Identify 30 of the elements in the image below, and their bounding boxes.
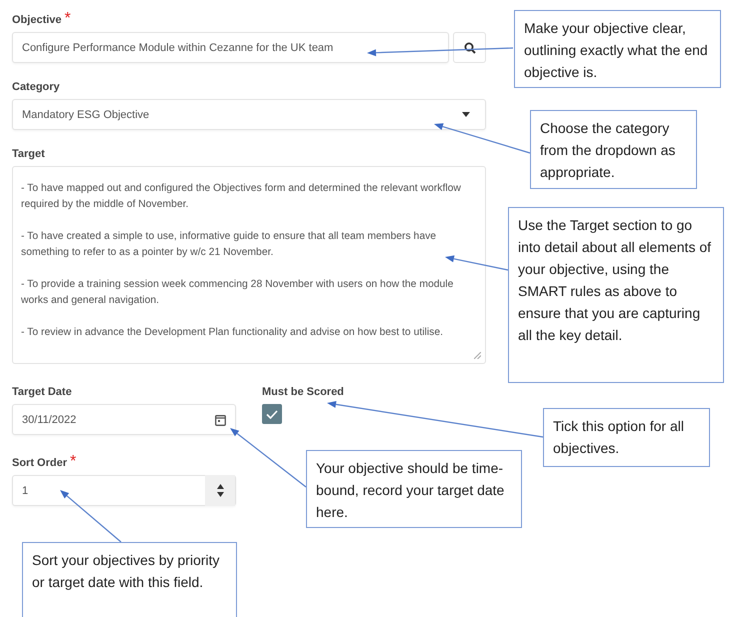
- arrow: [60, 490, 122, 542]
- callout-note: Choose the category from the dropdown as appropriate.: [530, 110, 697, 189]
- target-date-field[interactable]: 30/11/2022: [12, 404, 236, 435]
- callout-note: Tick this option for all objectives.: [543, 408, 710, 467]
- field-label: Target: [12, 148, 45, 160]
- spinner-button[interactable]: [205, 475, 235, 506]
- callout-note: Use the Target section to go into detail about all elements of your objective, using the SMART rules as above to ensure that you are capturing all the key detail.: [508, 207, 724, 383]
- sort-order-field[interactable]: 1: [12, 475, 236, 506]
- field-label: Must be Scored: [262, 386, 344, 398]
- checkbox[interactable]: [262, 404, 282, 424]
- resize-grip-icon: [474, 352, 481, 359]
- objective-field[interactable]: Configure Performance Module within Cezanne for the UK team: [12, 32, 449, 63]
- field-label: Category: [12, 81, 60, 93]
- check-icon: [266, 410, 278, 418]
- arrow: [445, 255, 508, 271]
- callout-note: Sort your objectives by priority or target date with this field.: [22, 542, 237, 617]
- required-mark: *: [64, 10, 71, 28]
- search-icon: [464, 42, 476, 54]
- category-dropdown[interactable]: Mandatory ESG Objective: [12, 99, 486, 130]
- calendar-icon: [215, 414, 226, 426]
- callout-note: Your objective should be time-bound, record your target date here.: [306, 450, 522, 528]
- spinner-arrows-icon: [216, 484, 224, 497]
- caret-icon: [462, 112, 470, 117]
- field-label: Objective: [12, 14, 62, 26]
- field-label: Target Date: [12, 386, 72, 398]
- field-label: Sort Order: [12, 457, 68, 469]
- required-mark: *: [70, 453, 76, 471]
- target-text-area[interactable]: - To have mapped out and configured the Objectives form and determined the relevant workflow required by the middle of November. - To have created a simple to use, informative guide to ensure that all team members have something to refer to as a pointer by w/c 21 November. - To provide a training session week commencing 28 November with users on how the module works and general navigation. - To review in advance the Development Plan functionality and advise on how best to utilise.: [12, 166, 486, 364]
- search-button[interactable]: [453, 32, 486, 63]
- callout-note: Make your objective clear, outlining exactly what the end objective is.: [514, 10, 721, 88]
